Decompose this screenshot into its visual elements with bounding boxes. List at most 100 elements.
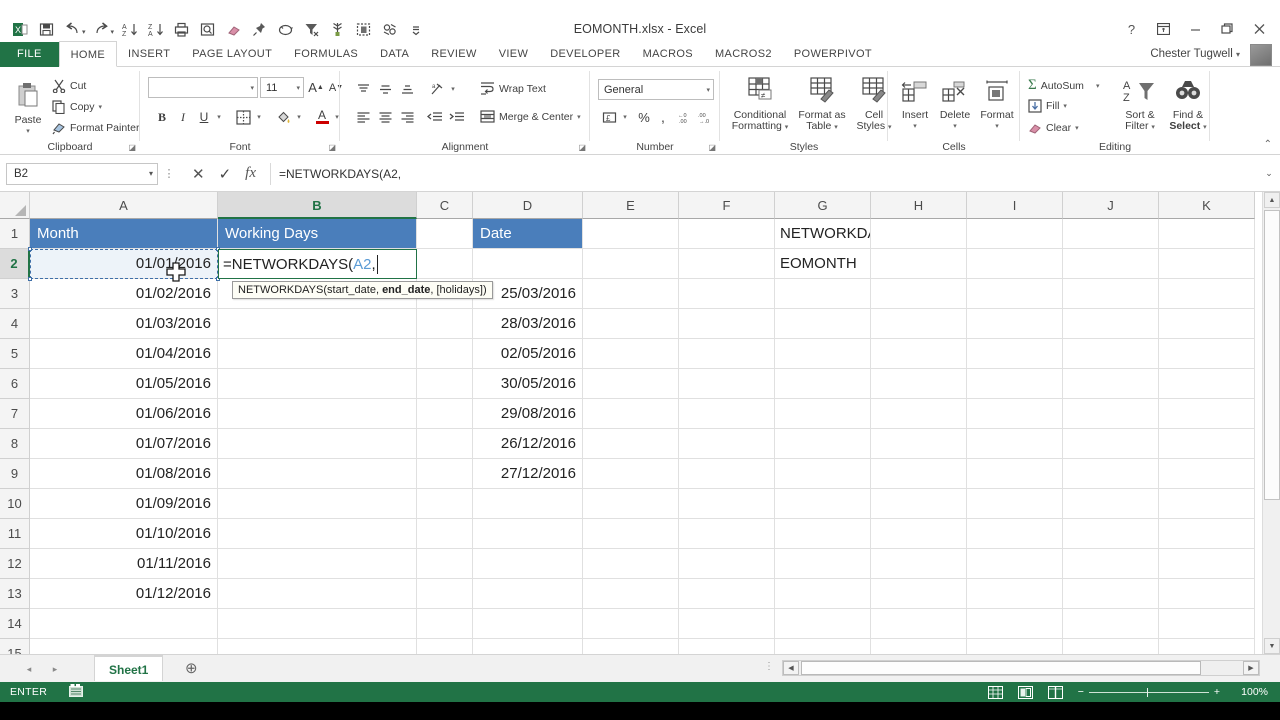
cell-B11[interactable] bbox=[218, 519, 417, 549]
align-right-icon[interactable] bbox=[396, 107, 418, 127]
format-cells-button[interactable]: Format ▾ bbox=[976, 79, 1018, 132]
tab-data[interactable]: DATA bbox=[369, 42, 420, 67]
cell-E6[interactable] bbox=[583, 369, 679, 399]
increase-font-size-button[interactable]: A ▲ bbox=[306, 77, 326, 98]
normal-view-icon[interactable] bbox=[988, 685, 1004, 699]
add-sheet-icon[interactable]: ⊕ bbox=[185, 659, 198, 677]
cell-I2[interactable] bbox=[967, 249, 1063, 279]
prev-sheet-icon[interactable]: ◂ bbox=[20, 660, 38, 678]
font-color-icon[interactable]: A bbox=[312, 105, 332, 127]
conditional-formatting-button[interactable]: ≠ Conditional Formatting ▾ bbox=[726, 77, 794, 133]
cell-A13[interactable]: 01/12/2016 bbox=[30, 579, 218, 609]
percent-style-button[interactable]: % bbox=[634, 107, 654, 127]
cell-J12[interactable] bbox=[1063, 549, 1159, 579]
column-header-h[interactable]: H bbox=[871, 192, 967, 219]
cell-K7[interactable] bbox=[1159, 399, 1255, 429]
cell-A10[interactable]: 01/09/2016 bbox=[30, 489, 218, 519]
cell-F7[interactable] bbox=[679, 399, 775, 429]
cell-A2[interactable]: 01/01/2016 bbox=[30, 249, 218, 279]
cell-G12[interactable] bbox=[775, 549, 871, 579]
scroll-up-icon[interactable]: ▲ bbox=[1264, 192, 1280, 208]
cell-E10[interactable] bbox=[583, 489, 679, 519]
cell-J1[interactable] bbox=[1063, 219, 1159, 249]
cell-F15[interactable] bbox=[679, 639, 775, 654]
cell-F3[interactable] bbox=[679, 279, 775, 309]
cell-H2[interactable] bbox=[871, 249, 967, 279]
row-header-9[interactable]: 9 bbox=[0, 459, 30, 489]
align-middle-icon[interactable] bbox=[374, 79, 396, 99]
column-header-a[interactable]: A bbox=[30, 192, 218, 219]
cell-C9[interactable] bbox=[417, 459, 473, 489]
cell-C2[interactable] bbox=[417, 249, 473, 279]
paste-button[interactable]: Paste ▾ bbox=[6, 81, 50, 137]
cell-G13[interactable] bbox=[775, 579, 871, 609]
cell-D14[interactable] bbox=[473, 609, 583, 639]
cell-E4[interactable] bbox=[583, 309, 679, 339]
chevron-down-icon[interactable]: ▾ bbox=[250, 84, 254, 92]
borders-dropdown-icon[interactable]: ▾ bbox=[254, 107, 264, 127]
cell-H1[interactable] bbox=[871, 219, 967, 249]
insert-cells-button[interactable]: Insert ▾ bbox=[896, 79, 934, 132]
zoom-slider[interactable]: − + bbox=[1078, 686, 1220, 698]
cell-J15[interactable] bbox=[1063, 639, 1159, 654]
cell-F8[interactable] bbox=[679, 429, 775, 459]
zoom-out-button[interactable]: − bbox=[1078, 686, 1084, 698]
cell-K5[interactable] bbox=[1159, 339, 1255, 369]
cell-I12[interactable] bbox=[967, 549, 1063, 579]
cell-H14[interactable] bbox=[871, 609, 967, 639]
cell-K9[interactable] bbox=[1159, 459, 1255, 489]
cell-B7[interactable] bbox=[218, 399, 417, 429]
row-header-7[interactable]: 7 bbox=[0, 399, 30, 429]
orientation-icon[interactable]: a bbox=[426, 79, 448, 99]
cell-A9[interactable]: 01/08/2016 bbox=[30, 459, 218, 489]
cell-C6[interactable] bbox=[417, 369, 473, 399]
cell-F1[interactable] bbox=[679, 219, 775, 249]
cell-G7[interactable] bbox=[775, 399, 871, 429]
cell-B8[interactable] bbox=[218, 429, 417, 459]
cell-C14[interactable] bbox=[417, 609, 473, 639]
cell-A8[interactable]: 01/07/2016 bbox=[30, 429, 218, 459]
cell-E14[interactable] bbox=[583, 609, 679, 639]
cell-H9[interactable] bbox=[871, 459, 967, 489]
cell-D11[interactable] bbox=[473, 519, 583, 549]
cell-I1[interactable] bbox=[967, 219, 1063, 249]
cell-H11[interactable] bbox=[871, 519, 967, 549]
cell-C10[interactable] bbox=[417, 489, 473, 519]
chevron-down-icon[interactable]: ▾ bbox=[706, 86, 710, 94]
row-header-2[interactable]: 2 bbox=[0, 249, 30, 279]
number-format-select[interactable]: General ▾ bbox=[598, 79, 714, 100]
cell-G14[interactable] bbox=[775, 609, 871, 639]
alignment-dialog-launcher[interactable]: ◪ bbox=[578, 143, 586, 152]
cell-D13[interactable] bbox=[473, 579, 583, 609]
row-header-8[interactable]: 8 bbox=[0, 429, 30, 459]
column-header-e[interactable]: E bbox=[583, 192, 679, 219]
cell-G6[interactable] bbox=[775, 369, 871, 399]
cell-A5[interactable]: 01/04/2016 bbox=[30, 339, 218, 369]
cell-F5[interactable] bbox=[679, 339, 775, 369]
insert-function-icon[interactable]: fx bbox=[245, 165, 256, 182]
merge-center-button[interactable]: Merge & Center ▾ bbox=[480, 109, 581, 124]
cell-E1[interactable] bbox=[583, 219, 679, 249]
cell-F10[interactable] bbox=[679, 489, 775, 519]
zoom-level[interactable]: 100% bbox=[1234, 686, 1268, 698]
horizontal-scroll-thumb[interactable] bbox=[801, 661, 1201, 675]
format-as-table-button[interactable]: Format as Table ▾ bbox=[794, 77, 850, 133]
cell-C4[interactable] bbox=[417, 309, 473, 339]
column-header-k[interactable]: K bbox=[1159, 192, 1255, 219]
cell-I7[interactable] bbox=[967, 399, 1063, 429]
cell-D12[interactable] bbox=[473, 549, 583, 579]
cell-C15[interactable] bbox=[417, 639, 473, 654]
minimize-icon[interactable] bbox=[1181, 18, 1210, 40]
cell-A12[interactable]: 01/11/2016 bbox=[30, 549, 218, 579]
cell-K13[interactable] bbox=[1159, 579, 1255, 609]
cell-G1[interactable]: NETWORKDAYS bbox=[775, 219, 871, 249]
number-dialog-launcher[interactable]: ◪ bbox=[708, 143, 716, 152]
page-layout-view-icon[interactable] bbox=[1018, 685, 1034, 699]
cell-D10[interactable] bbox=[473, 489, 583, 519]
cell-C8[interactable] bbox=[417, 429, 473, 459]
cell-B13[interactable] bbox=[218, 579, 417, 609]
row-header-4[interactable]: 4 bbox=[0, 309, 30, 339]
formula-input[interactable]: =NETWORKDAYS(A2, bbox=[269, 162, 1258, 185]
underline-dropdown-icon[interactable]: ▾ bbox=[214, 107, 224, 127]
cell-I14[interactable] bbox=[967, 609, 1063, 639]
